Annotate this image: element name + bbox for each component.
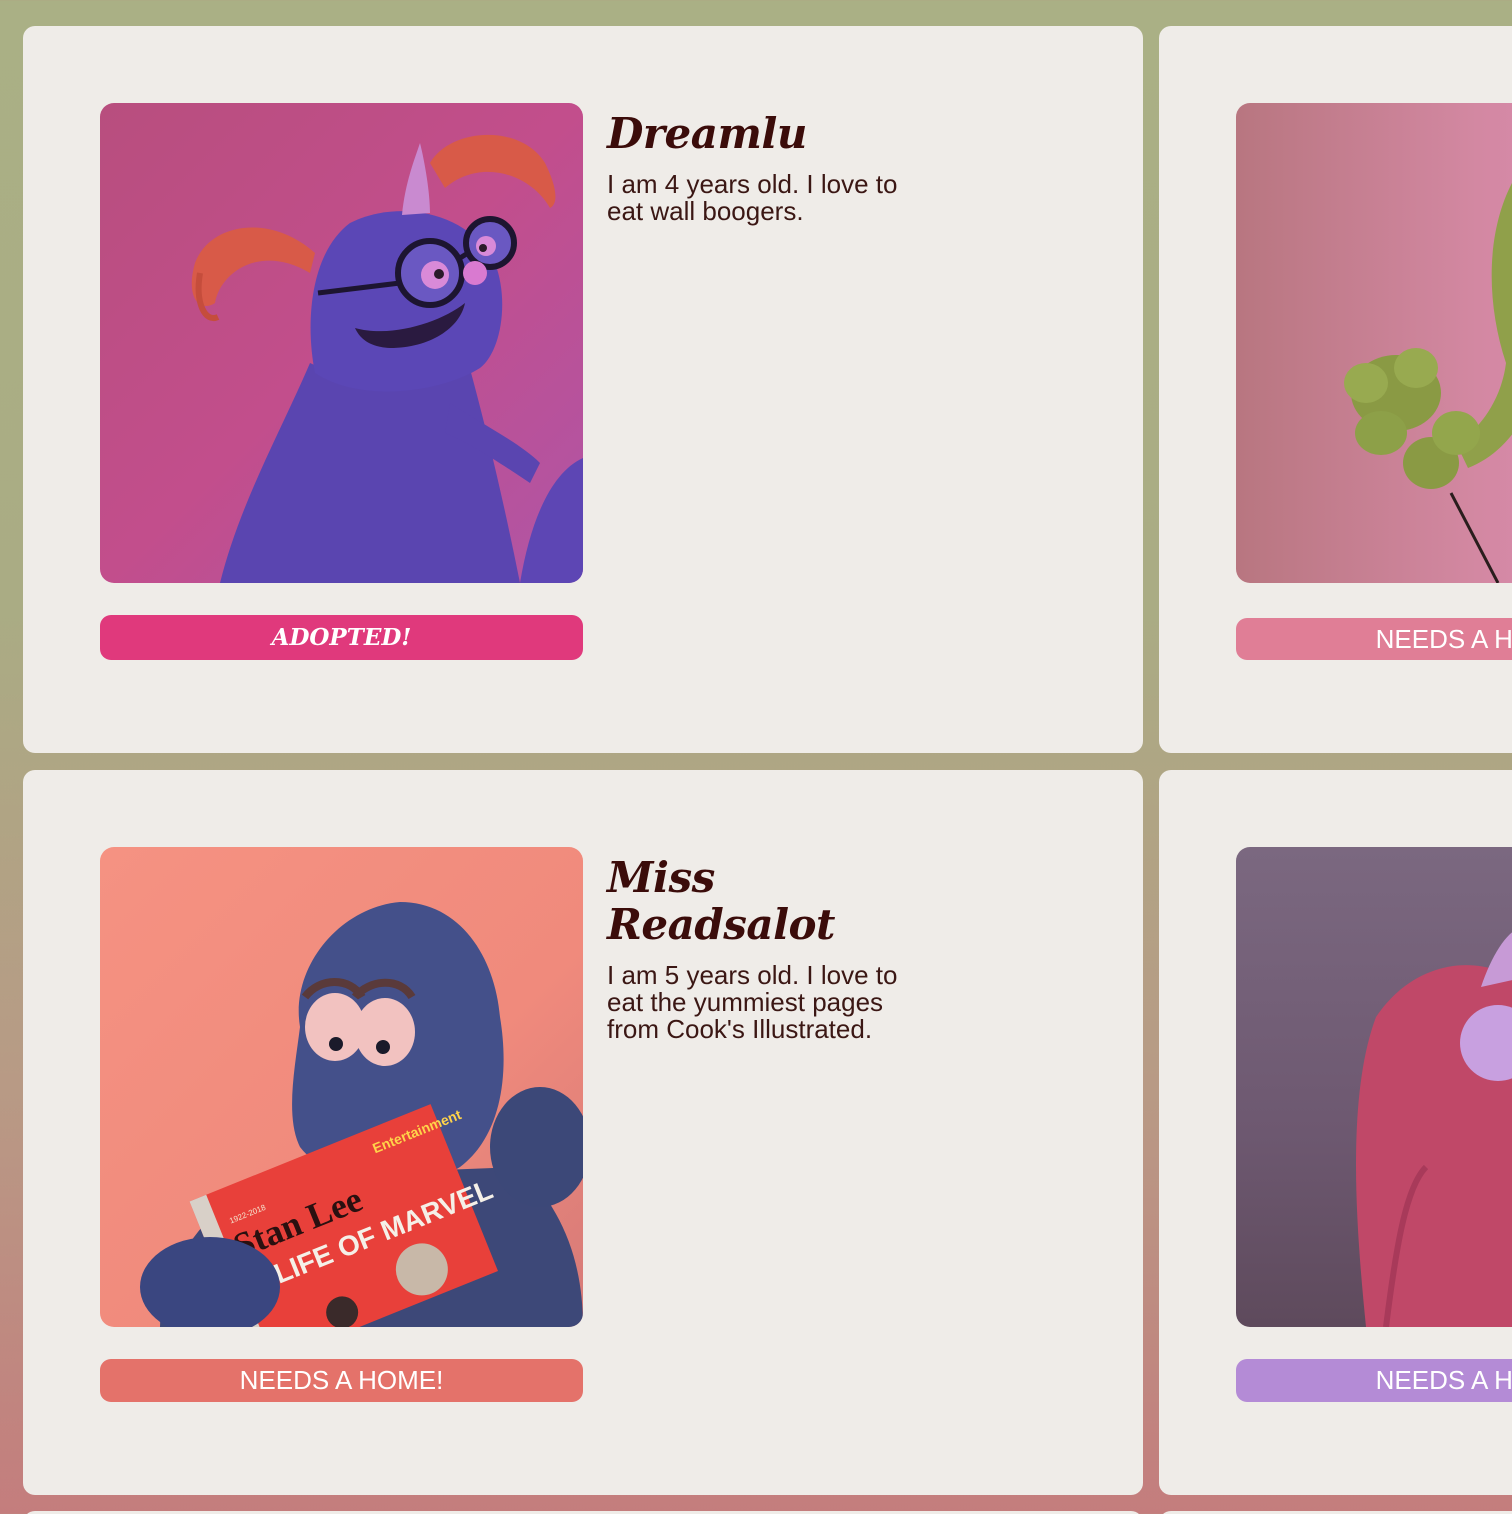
puppet-name: Miss Readsalot: [607, 853, 835, 949]
blue-monster-photo: [100, 103, 583, 583]
puppet-card-green: NEEDS A HOME!: [1159, 26, 1512, 753]
puppet-name: Dreamlu: [607, 109, 807, 158]
status-badge-needs-home: NEEDS A HOME!: [1236, 1359, 1512, 1402]
status-badge-needs-home: NEEDS A HOME!: [1236, 618, 1512, 660]
status-badge-adopted: ADOPTED!: [100, 615, 583, 660]
puppet-card-pink: NEEDS A HOME!: [1159, 770, 1512, 1495]
puppet-photo[interactable]: Entertainment 1922-2018 Stan Lee A LIFE …: [100, 847, 583, 1327]
pink-monster-photo: [1236, 847, 1512, 1327]
puppet-photo[interactable]: [100, 103, 583, 583]
reading-monster-photo: Entertainment 1922-2018 Stan Lee A LIFE …: [100, 847, 583, 1327]
puppet-card-miss-readsalot: Entertainment 1922-2018 Stan Lee A LIFE …: [23, 770, 1143, 1495]
puppet-card-dreamlu: Dreamlu I am 4 years old. I love to eat …: [23, 26, 1143, 753]
puppet-photo[interactable]: [1236, 847, 1512, 1327]
puppet-description: I am 4 years old. I love to eat wall boo…: [607, 169, 898, 226]
status-badge-needs-home: NEEDS A HOME!: [100, 1359, 583, 1402]
puppet-description: I am 5 years old. I love to eat the yumm…: [607, 960, 898, 1044]
green-monster-photo: [1236, 103, 1512, 583]
puppet-photo[interactable]: [1236, 103, 1512, 583]
